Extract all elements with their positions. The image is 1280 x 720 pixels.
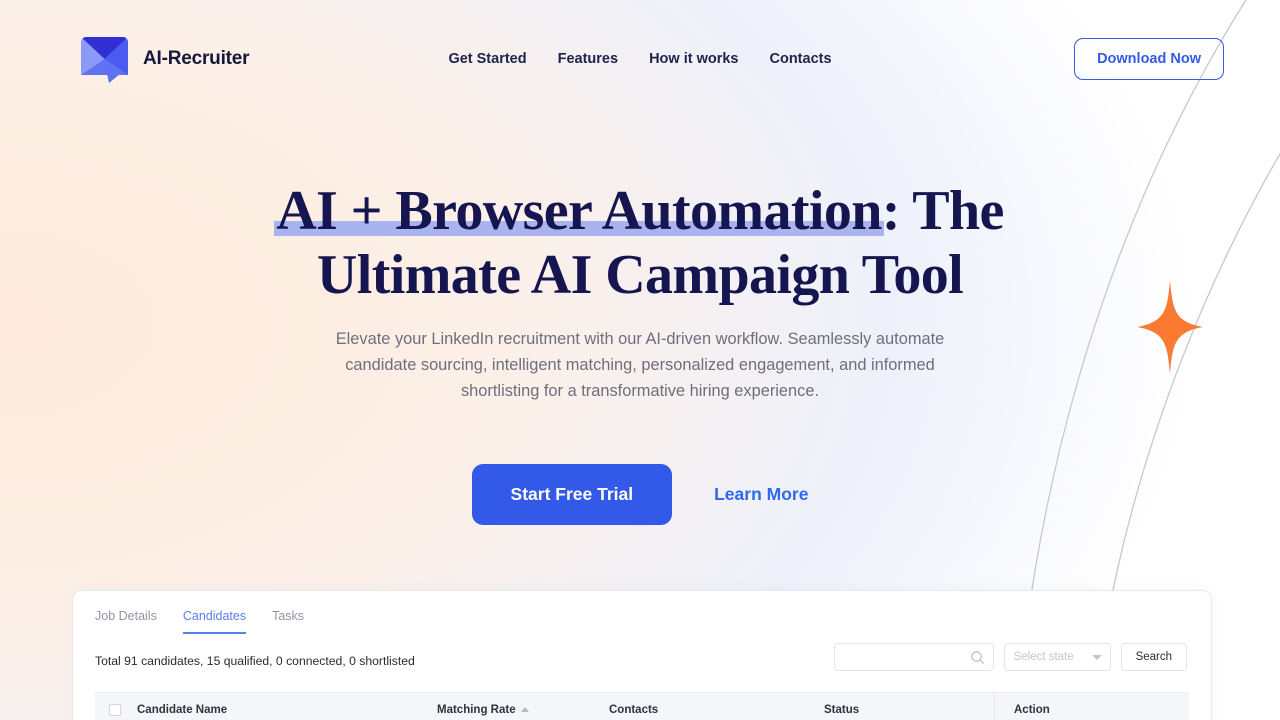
nav-link-features[interactable]: Features — [558, 51, 618, 67]
column-header-action[interactable]: Action — [994, 693, 1189, 720]
brand-name: AI-Recruiter — [143, 48, 249, 70]
column-header-matching-rate-label: Matching Rate — [437, 704, 516, 716]
headline-highlight-wrap: AI + Browser Automation — [276, 179, 882, 243]
download-now-button[interactable]: Download Now — [1074, 38, 1224, 80]
select-all-checkbox[interactable] — [109, 704, 137, 716]
hero-cta-row: Start Free Trial Learn More — [0, 464, 1280, 525]
tab-job-details[interactable]: Job Details — [95, 609, 157, 634]
hero-subtitle: Elevate your LinkedIn recruitment with o… — [335, 326, 945, 404]
candidates-table-header: Candidate Name Matching Rate Contacts St… — [95, 692, 1189, 720]
hero-section: AI + Browser Automation: The Ultimate AI… — [0, 117, 1280, 525]
search-icon — [970, 650, 985, 665]
page-title: AI + Browser Automation: The Ultimate AI… — [0, 179, 1280, 307]
search-controls: Select state Search — [834, 643, 1187, 671]
nav-link-get-started[interactable]: Get Started — [448, 51, 526, 67]
column-header-contacts-label: Contacts — [609, 704, 658, 716]
column-header-matching-rate[interactable]: Matching Rate — [437, 704, 609, 716]
brand[interactable]: AI-Recruiter — [80, 34, 249, 83]
chat-bubble-logo-icon — [80, 34, 129, 83]
select-state-dropdown[interactable]: Select state — [1004, 643, 1111, 671]
column-header-status-label: Status — [824, 704, 859, 716]
column-header-status[interactable]: Status — [824, 704, 994, 716]
dashboard-preview-card: Job Details Candidates Tasks Total 91 ca… — [72, 590, 1212, 720]
dashboard-tabs: Job Details Candidates Tasks — [73, 591, 1211, 634]
search-button[interactable]: Search — [1121, 643, 1187, 671]
nav-link-how-it-works[interactable]: How it works — [649, 51, 738, 67]
column-header-candidate-name[interactable]: Candidate Name — [137, 704, 437, 716]
chevron-down-icon — [1092, 655, 1102, 660]
site-header: AI-Recruiter Get Started Features How it… — [0, 0, 1280, 117]
candidates-toolbar: Total 91 candidates, 15 qualified, 0 con… — [73, 634, 1211, 692]
column-header-contacts[interactable]: Contacts — [609, 704, 824, 716]
headline-part-highlighted: AI + Browser Automation — [276, 180, 882, 242]
sort-ascending-icon[interactable] — [521, 707, 529, 712]
learn-more-link[interactable]: Learn More — [714, 484, 808, 505]
nav-link-contacts[interactable]: Contacts — [770, 51, 832, 67]
select-state-value: Select state — [1014, 651, 1074, 663]
start-free-trial-button[interactable]: Start Free Trial — [472, 464, 673, 525]
search-input-wrapper[interactable] — [834, 643, 994, 671]
headline-part-rest: : The — [882, 180, 1004, 242]
tab-tasks[interactable]: Tasks — [272, 609, 304, 634]
checkbox-icon — [109, 704, 121, 716]
headline-line-2: Ultimate AI Campaign Tool — [317, 244, 963, 306]
tab-candidates[interactable]: Candidates — [183, 609, 246, 634]
candidates-summary: Total 91 candidates, 15 qualified, 0 con… — [95, 654, 415, 668]
column-header-action-label: Action — [1014, 704, 1050, 716]
column-header-candidate-name-label: Candidate Name — [137, 704, 227, 716]
